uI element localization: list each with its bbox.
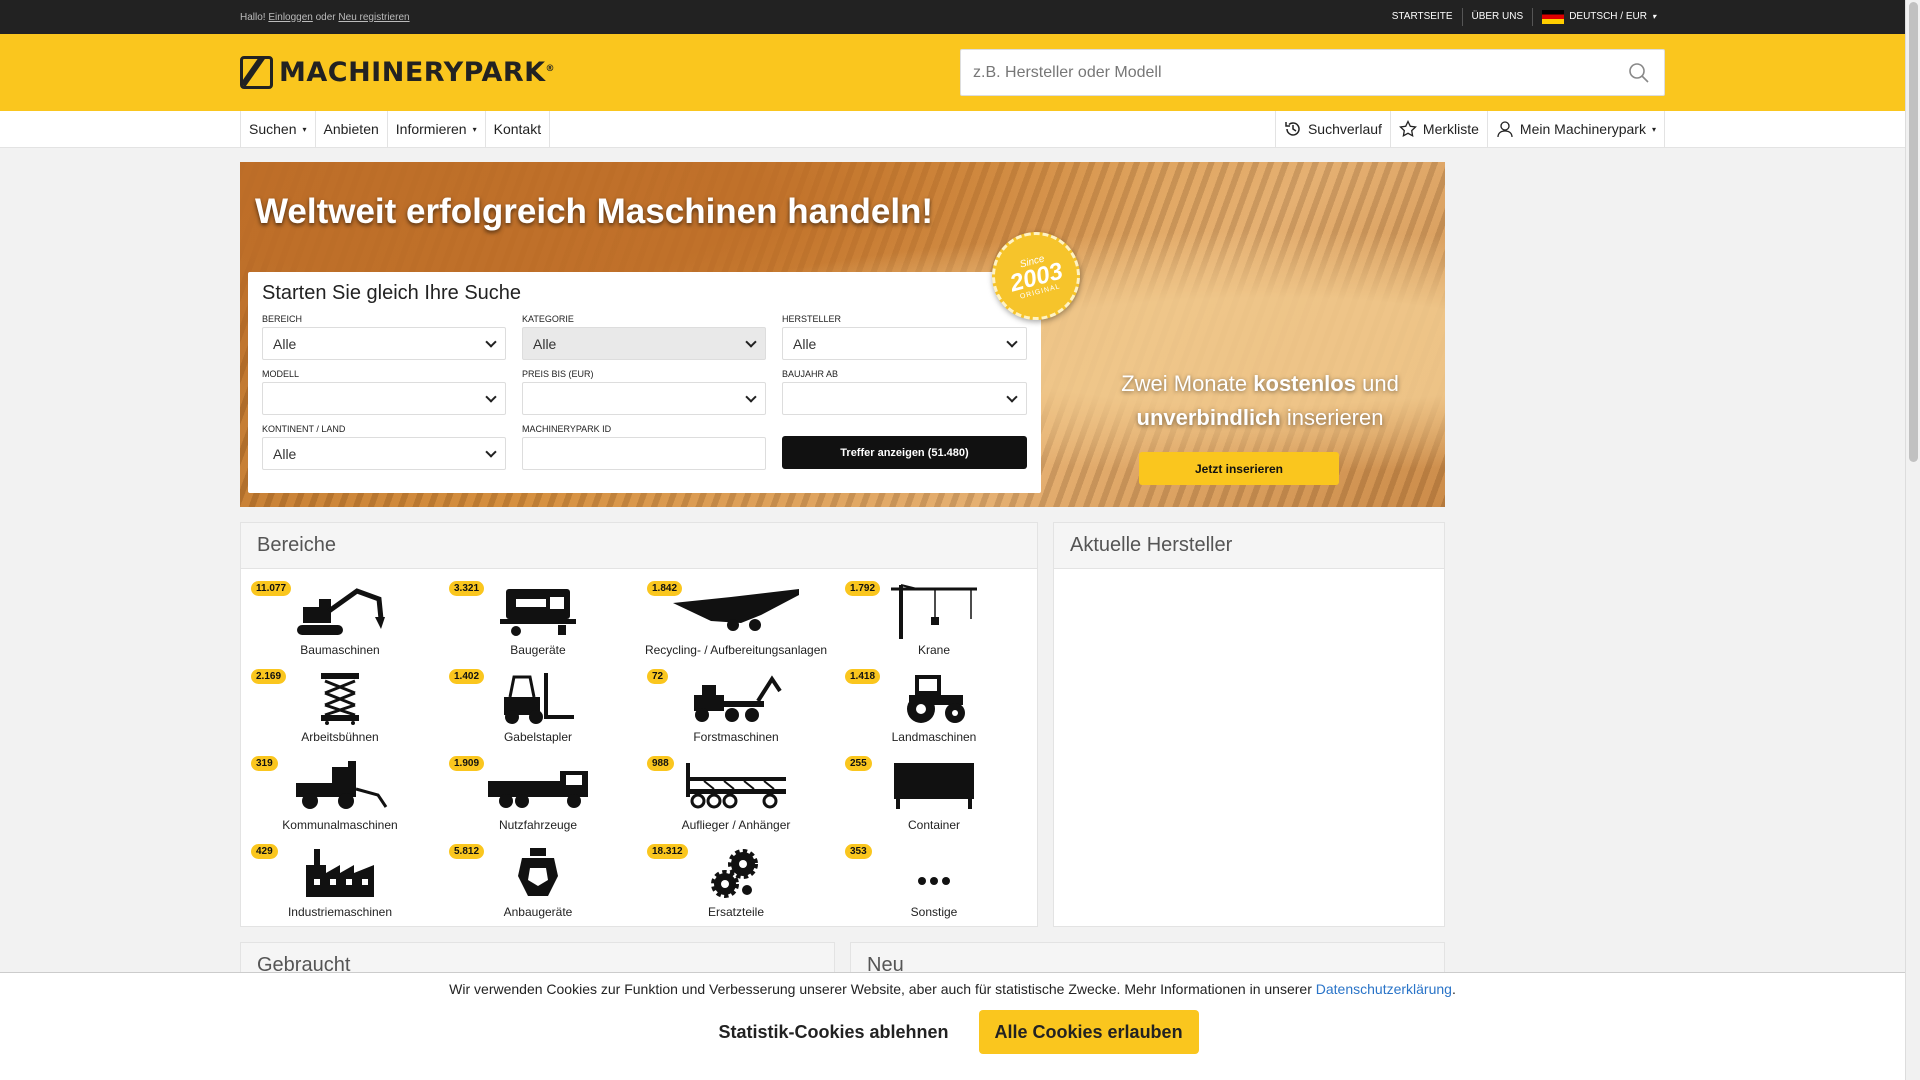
category-krane[interactable]: 1.792 Krane [835,577,1033,665]
nav-offer[interactable]: Anbieten [314,111,387,147]
register-link[interactable]: Neu registrieren [338,12,409,23]
category-anbaugeraete[interactable]: 5.812 Anbaugeräte [439,840,637,928]
tractor-icon [899,670,969,726]
chevron-down-icon [745,390,757,403]
kategorie-select[interactable]: Alle [522,327,766,360]
accept-all-cookies-button[interactable]: Alle Cookies erlauben [978,1010,1199,1054]
header: MACHINERYPARK® [0,34,1920,111]
category-gabelstapler[interactable]: 1.402 Gabelstapler [439,665,637,753]
category-industriemaschinen[interactable]: 429 Industriemaschinen [241,840,439,928]
categories-panel: Bereiche 11.077 Baumaschinen 3.321 Bauge… [240,522,1038,927]
more-icon [914,845,954,901]
search-form-title: Starten Sie gleich Ihre Suche [262,282,522,304]
land-select[interactable]: Alle [262,437,506,470]
nav-contact[interactable]: Kontakt [484,111,551,147]
caret-down-icon: ▾ [1651,124,1656,134]
user-icon [1497,121,1513,138]
search-input[interactable] [973,63,1573,82]
hersteller-select[interactable]: Alle [782,327,1027,360]
about-link[interactable]: ÜBER UNS [1461,8,1533,26]
privacy-policy-link[interactable]: Datenschutzerklärung [1316,981,1452,997]
language-selector[interactable]: DEUTSCH / EUR ▾ [1532,8,1665,26]
truck-icon [486,758,590,814]
forestry-icon [688,670,784,726]
machinerypark-id-input[interactable] [522,437,766,470]
cookie-banner: Wir verwenden Cookies zur Funktion und V… [0,972,1905,1080]
crusher-icon [671,583,801,639]
chevron-down-icon [745,335,757,348]
hero-banner: Weltweit erfolgreich Maschinen handeln! … [240,162,1445,507]
category-sonstige[interactable]: 353 Sonstige [835,840,1033,928]
category-container[interactable]: 255 Container [835,752,1033,840]
page-scrollbar[interactable] [1905,0,1920,1080]
category-landmaschinen[interactable]: 1.418 Landmaschinen [835,665,1033,753]
login-link[interactable]: Einloggen [268,12,312,23]
category-nutzfahrzeuge[interactable]: 1.909 Nutzfahrzeuge [439,752,637,840]
chevron-down-icon [485,335,497,348]
caret-down-icon: ▾ [302,124,307,134]
manufacturers-title: Aktuelle Hersteller [1054,523,1444,569]
nav-inform[interactable]: Informieren ▾ [386,111,485,147]
scissor-lift-icon [317,670,363,726]
nav-account[interactable]: Mein Machinerypark ▾ [1486,111,1665,147]
home-link[interactable]: STARTSEITE [1383,8,1462,26]
nav-watchlist[interactable]: Merkliste [1389,111,1487,147]
generator-icon [498,583,578,639]
municipal-vehicle-icon [292,758,388,814]
gears-icon [709,845,763,901]
list-now-button[interactable]: Jetzt inserieren [1139,452,1339,485]
promo-text: Zwei Monate kostenlos und unverbindlich … [1121,371,1399,430]
category-baugeraete[interactable]: 3.321 Baugeräte [439,577,637,665]
container-icon [892,758,976,814]
search-icon[interactable] [1628,62,1650,84]
chevron-down-icon [1006,390,1018,403]
bereich-select[interactable]: Alle [262,327,506,360]
attachment-icon [516,845,560,901]
chevron-down-icon [1006,335,1018,348]
nav-search[interactable]: Suchen ▾ [240,111,315,147]
trailer-icon [684,758,788,814]
caret-down-icon: ▾ [1651,12,1656,21]
hero-title: Weltweit erfolgreich Maschinen handeln! [255,192,934,231]
category-kommunalmaschinen[interactable]: 319 Kommunalmaschinen [241,752,439,840]
category-forstmaschinen[interactable]: 72 Forstmaschinen [637,665,835,753]
logo[interactable]: MACHINERYPARK® [240,56,555,89]
baujahr-select[interactable] [782,382,1027,415]
chevron-down-icon [485,445,497,458]
category-baumaschinen[interactable]: 11.077 Baumaschinen [241,577,439,665]
quick-search-form: Starten Sie gleich Ihre Suche BEREICH Al… [248,272,1041,493]
manufacturers-panel: Aktuelle Hersteller [1053,522,1445,927]
german-flag-icon [1542,10,1565,24]
forklift-icon [500,670,576,726]
category-recycling[interactable]: 1.842 Recycling- / Aufbereitungsanlagen [637,577,835,665]
scrollbar-thumb[interactable] [1909,2,1918,462]
star-icon [1398,120,1417,138]
decline-statistics-cookies-button[interactable]: Statistik-Cookies ablehnen [706,1010,960,1054]
modell-select[interactable] [262,382,506,415]
crane-icon [889,583,979,639]
top-bar: Hallo! Einloggen oder Neu registrieren S… [0,0,1920,34]
show-results-button[interactable]: Treffer anzeigen (51.480) [782,436,1027,469]
search-bar [960,49,1665,96]
category-arbeitsbuehnen[interactable]: 2.169 Arbeitsbühnen [241,665,439,753]
main-nav: Suchen ▾ Anbieten Informieren ▾ Kontakt Su… [0,111,1920,148]
factory-icon [304,845,376,901]
categories-title: Bereiche [241,523,1037,569]
greeting: Hallo! Einloggen oder Neu registrieren [240,11,410,23]
nav-search-history[interactable]: Suchverlauf [1274,111,1390,147]
category-ersatzteile[interactable]: 18.312 Ersatzteile [637,840,835,928]
chevron-down-icon [485,390,497,403]
excavator-icon [295,583,385,639]
caret-down-icon: ▾ [472,124,477,134]
logo-mark-icon [240,56,273,89]
preis-select[interactable] [522,382,766,415]
history-icon [1285,122,1300,136]
category-auflieger[interactable]: 988 Auflieger / Anhänger [637,752,835,840]
